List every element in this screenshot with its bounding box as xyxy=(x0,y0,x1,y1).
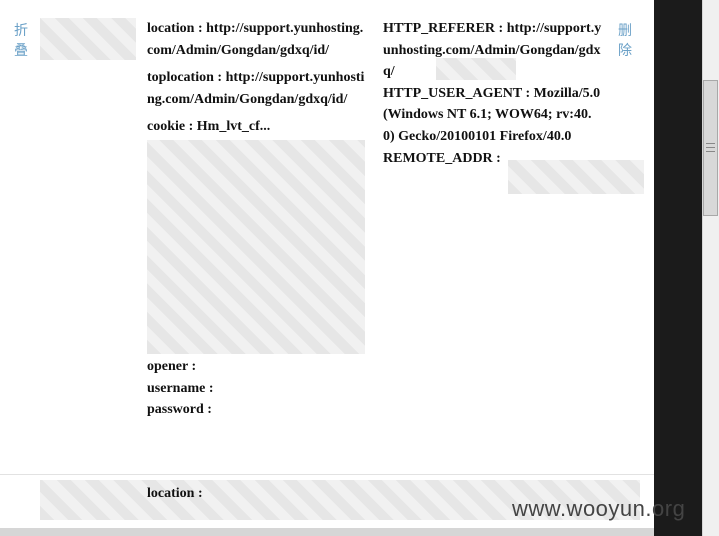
window-bottom-strip xyxy=(0,528,654,536)
redacted-id-cell xyxy=(40,18,136,60)
record-table: 折叠 location : http://support.yunhosting.… xyxy=(0,0,654,536)
scroll-grip-icon xyxy=(706,151,715,152)
field-toplocation: toplocation : http://support.yunhosting.… xyxy=(147,70,365,107)
redacted-remote-addr xyxy=(508,160,644,194)
right-field-column: HTTP_REFERER : http://support.yunhosting… xyxy=(383,18,603,169)
redacted-cookie-value xyxy=(147,139,365,354)
left-field-column: location : http://support.yunhosting.com… xyxy=(147,18,366,421)
watermark-text: www.wooyun.org xyxy=(512,496,686,521)
field-http-user-agent: HTTP_USER_AGENT : Mozilla/5.0 (Windows N… xyxy=(383,85,601,144)
row-divider xyxy=(0,474,654,475)
field-password: password : xyxy=(147,402,212,418)
field-cookie: cookie : Hm_lvt_cf... xyxy=(147,119,271,135)
field-location: location : http://support.yunhosting.com… xyxy=(147,21,364,58)
field-opener: opener : xyxy=(147,358,197,374)
scrollbar-thumb[interactable] xyxy=(703,80,718,216)
field-username: username : xyxy=(147,380,214,396)
scroll-grip-icon xyxy=(706,147,715,148)
redacted-referer-id xyxy=(436,58,516,80)
delete-link[interactable]: 删除 xyxy=(618,20,636,60)
scroll-grip-icon xyxy=(706,143,715,144)
next-location-label: location : xyxy=(147,486,203,501)
fold-link[interactable]: 折叠 xyxy=(14,20,28,60)
